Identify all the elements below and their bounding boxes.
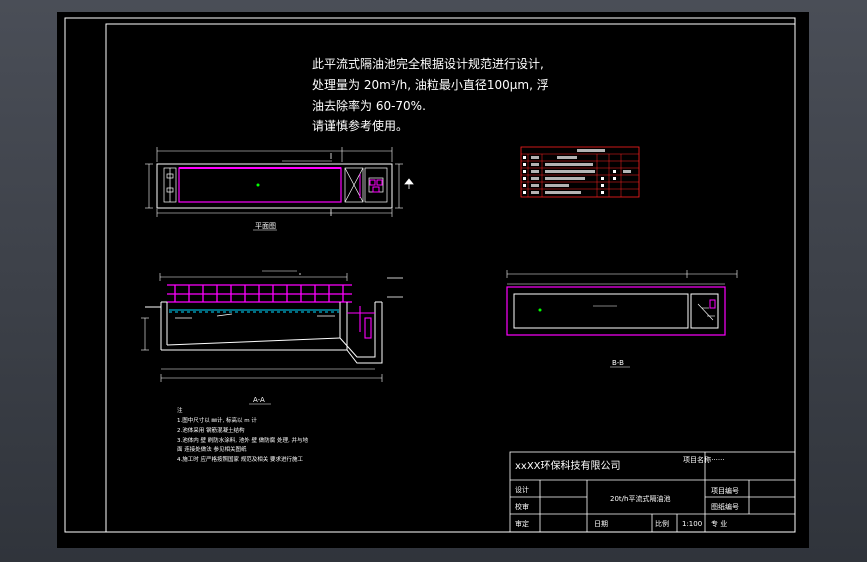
scale-value: 1:100 [682,520,702,528]
company-name: xxXX环保科技有限公司 [515,459,621,472]
section-a-a-label: A-A [253,396,265,404]
drawing-canvas: 此平流式隔油池完全根据设计规范进行设计, 处理量为 20m³/h, 油粒最小直径… [64,17,796,533]
plan-view-label: 平面图 [255,222,276,230]
project-number-label: 项目编号 [711,486,739,495]
note-line-3: 油去除率为 60-70%. [312,98,426,113]
drawing-title: 20t/h平流式隔油池 [610,494,670,503]
scale-label: 比例 [655,519,669,528]
sheet-border [64,17,796,533]
drawing-number-label: 图纸编号 [711,502,739,511]
note-line-2: 处理量为 20m³/h, 油粒最小直径100μm, 浮 [312,77,549,92]
construction-notes-heading: 注 [177,406,183,414]
cad-viewport[interactable]: 此平流式隔油池完全根据设计规范进行设计, 处理量为 20m³/h, 油粒最小直径… [0,0,867,562]
material-table [520,146,640,198]
plan-view: 平面图 [145,147,414,231]
construction-note-2: 2.池体采用 钢筋混凝土结构 [177,426,245,434]
design-notes: 此平流式隔油池完全根据设计规范进行设计, 处理量为 20m³/h, 油粒最小直径… [312,56,549,133]
specialty-label: 专 业 [711,519,727,528]
section-a-a: A-A [141,270,403,405]
construction-note-4: 面 连接处做法 参见相关图纸 [177,445,247,453]
construction-notes: 注 1.图中尺寸以 ㎜计, 标高以 m 计 2.池体采用 钢筋混凝土结构 3.池… [177,406,308,463]
design-label: 设计 [515,485,529,494]
note-line-1: 此平流式隔油池完全根据设计规范进行设计, [312,56,544,71]
date-label: 日期 [594,520,608,528]
construction-note-5: 4.施工时 应严格按照国家 规范及相关 要求进行施工 [177,455,303,463]
section-b-b-label: B-B [612,359,624,367]
check-label: 校审 [515,502,529,511]
project-name-value: ······· [709,456,725,464]
title-block: xxXX环保科技有限公司 项目名称 ······· 设计 校审 审定 20t/h… [509,451,796,533]
section-b-b: B-B [506,270,738,368]
construction-note-3: 3.池体内 壁 刷防水涂料, 池外 壁 做防腐 处理, 并与地 [177,436,308,444]
drawing-sheet: 此平流式隔油池完全根据设计规范进行设计, 处理量为 20m³/h, 油粒最小直径… [57,12,809,548]
note-line-4: 请谨慎参考使用。 [312,118,408,133]
project-name-label: 项目名称 [683,455,711,464]
approve-label: 审定 [515,519,529,528]
construction-note-1: 1.图中尺寸以 ㎜计, 标高以 m 计 [177,416,257,424]
